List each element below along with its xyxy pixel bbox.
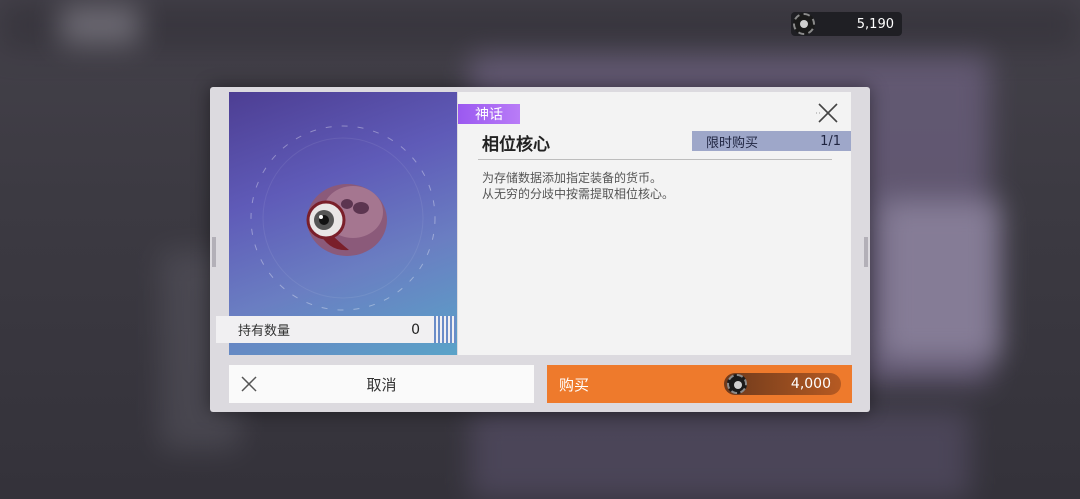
rarity-badge: 神话: [458, 104, 520, 124]
buy-label: 购买: [559, 376, 590, 394]
buy-button[interactable]: 购买 4,000: [547, 365, 852, 403]
close-icon: [816, 103, 838, 123]
limit-count: 1/1: [820, 133, 841, 149]
cancel-label: 取消: [366, 375, 397, 394]
currency-amount: 5,190: [856, 16, 894, 32]
gear-coin-icon: [727, 374, 747, 394]
divider: [478, 159, 832, 160]
currency-display: 5,190: [791, 12, 902, 36]
cancel-button[interactable]: 取消: [229, 365, 534, 403]
description-line-2: 从无穷的分歧中按需提取相位核心。: [482, 187, 675, 201]
description-line-1: 为存储数据添加指定装备的货币。: [482, 171, 663, 185]
limit-label: 限时购买: [706, 135, 759, 151]
price-tag: 4,000: [724, 373, 841, 395]
hold-count-value: 0: [411, 321, 420, 338]
close-button[interactable]: [815, 100, 841, 126]
frame-grip-left: [212, 237, 216, 267]
cancel-x-icon: [241, 376, 257, 392]
item-name: 相位核心: [482, 135, 550, 155]
hold-count-label: 持有数量: [238, 324, 291, 339]
item-description: 为存储数据添加指定装备的货币。 从无穷的分歧中按需提取相位核心。: [482, 170, 674, 202]
frame-grip-right: [864, 237, 868, 267]
purchase-limit-bar: 限时购买 1/1: [692, 131, 851, 151]
gear-coin-icon: [793, 13, 815, 35]
stripes-decoration: [434, 316, 456, 343]
hold-count-bar: 持有数量 0: [216, 316, 456, 343]
price-amount: 4,000: [790, 376, 831, 392]
